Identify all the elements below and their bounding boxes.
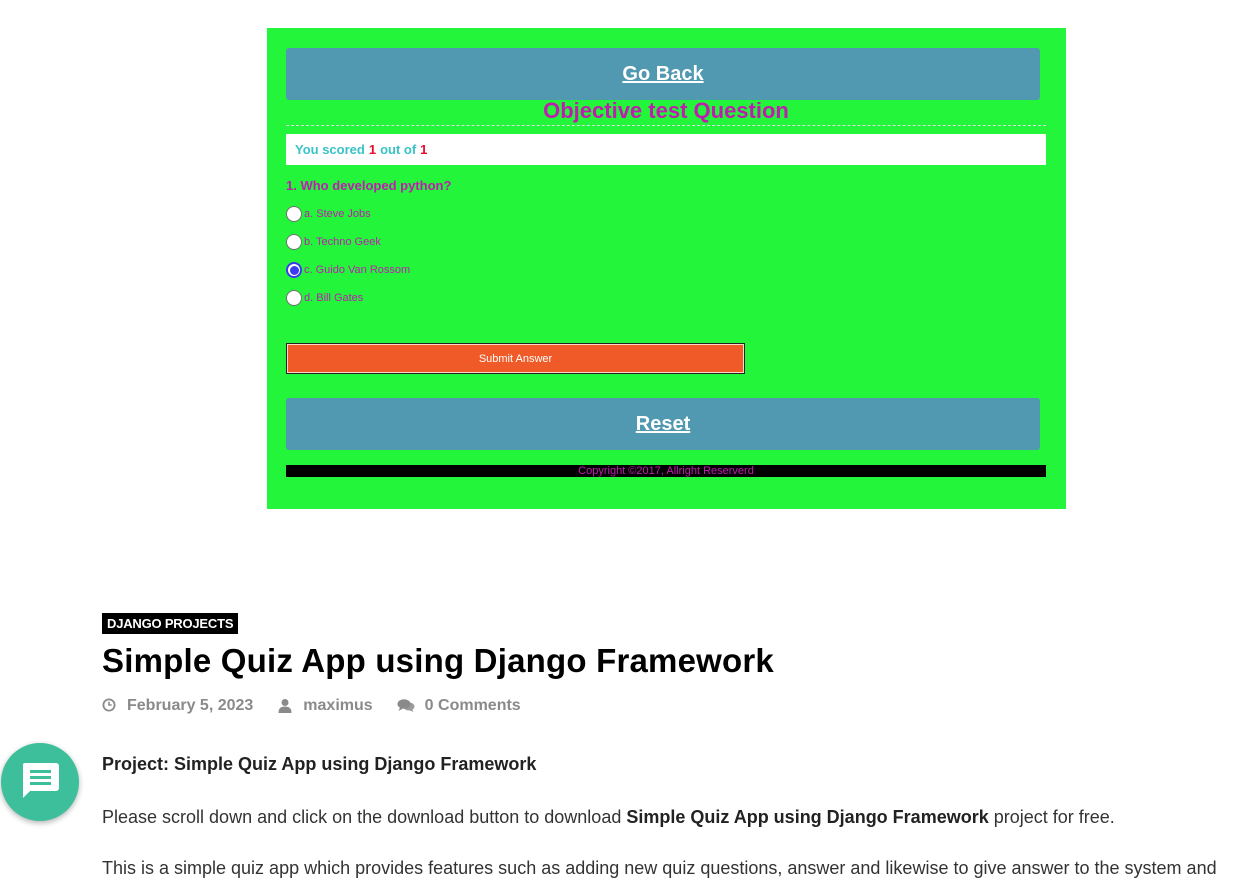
submit-answer-button[interactable]: Submit Answer [286, 343, 745, 374]
score-bar: You scored 1 out of 1 [286, 134, 1046, 165]
post-comments[interactable]: 0 Comments [425, 697, 521, 715]
description-paragraph: This is a simple quiz app which provides… [102, 858, 1217, 878]
quiz-footer: Copyright ©2017, Allright Reserverd [286, 465, 1046, 477]
score-value: 1 [368, 142, 377, 157]
post-author[interactable]: maximus [303, 697, 372, 715]
download-text-after: project for free. [988, 807, 1115, 827]
score-middle: out of [380, 142, 417, 157]
comments-icon [397, 698, 416, 714]
quiz-screenshot: Go Back Objective test Question You scor… [267, 28, 1066, 509]
user-icon [278, 698, 294, 714]
option-label: b. Techno Geek [304, 236, 381, 248]
post-title: Simple Quiz App using Django Framework [102, 642, 774, 679]
reset-button[interactable]: Reset [286, 398, 1040, 450]
option-label: a. Steve Jobs [304, 208, 371, 220]
question-text: 1. Who developed python? [286, 178, 452, 193]
score-total: 1 [420, 142, 428, 157]
category-badge[interactable]: DJANGO PROJECTS [102, 613, 239, 634]
option-a[interactable]: a. Steve Jobs [286, 204, 371, 224]
option-label: c. Guido Van Rossom [304, 264, 411, 276]
go-back-button[interactable]: Go Back [286, 48, 1040, 100]
radio-button[interactable] [286, 290, 302, 306]
option-d[interactable]: d. Bill Gates [286, 288, 363, 308]
download-text-before: Please scroll down and click on the down… [102, 807, 627, 827]
option-b[interactable]: b. Techno Geek [286, 232, 381, 252]
clock-icon [102, 698, 118, 714]
chat-bubble-icon [20, 761, 60, 804]
project-heading: Project: Simple Quiz App using Django Fr… [102, 754, 537, 774]
radio-button[interactable] [286, 234, 302, 250]
score-prefix: You scored [295, 142, 365, 157]
radio-button[interactable] [286, 206, 302, 222]
download-paragraph: Please scroll down and click on the down… [102, 807, 1115, 828]
option-c[interactable]: c. Guido Van Rossom [286, 260, 410, 280]
quiz-title: Objective test Question [543, 98, 789, 123]
download-text-bold: Simple Quiz App using Django Framework [626, 807, 989, 827]
title-divider [286, 125, 1046, 126]
post-date[interactable]: February 5, 2023 [127, 697, 253, 715]
option-label: d. Bill Gates [304, 292, 364, 304]
radio-button-selected[interactable] [286, 262, 302, 278]
chat-button[interactable] [1, 743, 79, 821]
post-meta: February 5, 2023 maximus 0 Comments [102, 694, 521, 718]
